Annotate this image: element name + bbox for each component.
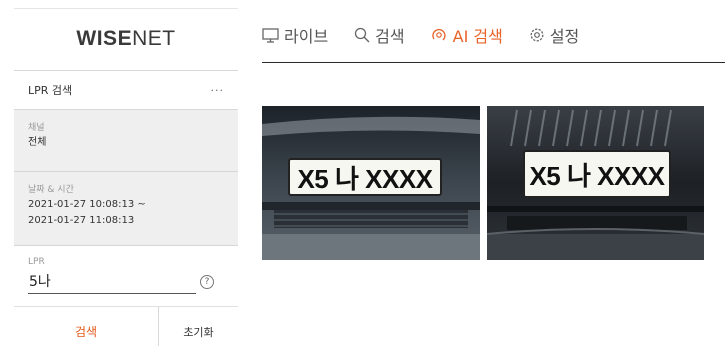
panel-title: LPR 검색 (28, 84, 73, 97)
top-nav: 라이브 검색 AI 검색 설정 (262, 20, 605, 50)
datetime-end[interactable]: 2021-01-27 11:08:13 (28, 213, 238, 229)
tab-search-label: 검색 (375, 27, 405, 46)
tab-ai-search[interactable]: AI 검색 (431, 23, 503, 47)
license-plate-1: X5 나 XXXX (288, 158, 442, 196)
reset-button[interactable]: 초기화 (158, 306, 238, 346)
tab-search[interactable]: 검색 (354, 23, 405, 47)
ai-search-icon (431, 28, 446, 41)
top-divider (14, 8, 238, 9)
channel-value[interactable]: 전체 (28, 135, 238, 151)
panel-header: LPR 검색 ··· (14, 70, 238, 110)
datetime-start[interactable]: 2021-01-27 10:08:13 ~ (28, 197, 238, 213)
logo-bold-text: WISE (76, 27, 133, 50)
result-thumbnail-1[interactable]: X5 나 XXXX (262, 106, 480, 260)
datetime-label: 날짜 & 시간 (28, 185, 74, 195)
result-thumbnail-2[interactable]: X5 나 XXXX (487, 106, 704, 260)
channel-field[interactable]: 채널 전체 (14, 110, 238, 172)
gear-icon (530, 28, 544, 42)
tab-settings-label: 설정 (549, 27, 580, 46)
action-buttons: 검색 초기화 (14, 306, 238, 346)
tab-live[interactable]: 라이브 (262, 23, 328, 47)
search-button[interactable]: 검색 (14, 306, 158, 346)
more-menu-icon[interactable]: ··· (211, 84, 225, 97)
tab-live-label: 라이브 (284, 27, 329, 46)
nav-divider (262, 62, 725, 63)
license-plate-2: X5 나 XXXX (523, 150, 671, 198)
monitor-icon (262, 27, 279, 43)
datetime-field[interactable]: 날짜 & 시간 2021-01-27 10:08:13 ~ 2021-01-27… (14, 172, 238, 246)
channel-label: 채널 (28, 123, 45, 133)
logo-light-text: NET (132, 27, 176, 50)
lpr-label: LPR (28, 257, 45, 267)
lpr-input[interactable]: 5나 (28, 272, 196, 294)
search-icon (355, 27, 370, 43)
wisenet-logo: WISE NET (14, 10, 238, 68)
tab-settings[interactable]: 설정 (529, 23, 579, 47)
help-icon[interactable]: ? (200, 275, 214, 289)
sidebar: WISE NET LPR 검색 ··· 채널 전체 날짜 & 시간 2021-01… (14, 10, 238, 346)
tab-ai-search-label: AI 검색 (452, 27, 503, 46)
lpr-field: LPR 5나 ? (14, 246, 238, 306)
